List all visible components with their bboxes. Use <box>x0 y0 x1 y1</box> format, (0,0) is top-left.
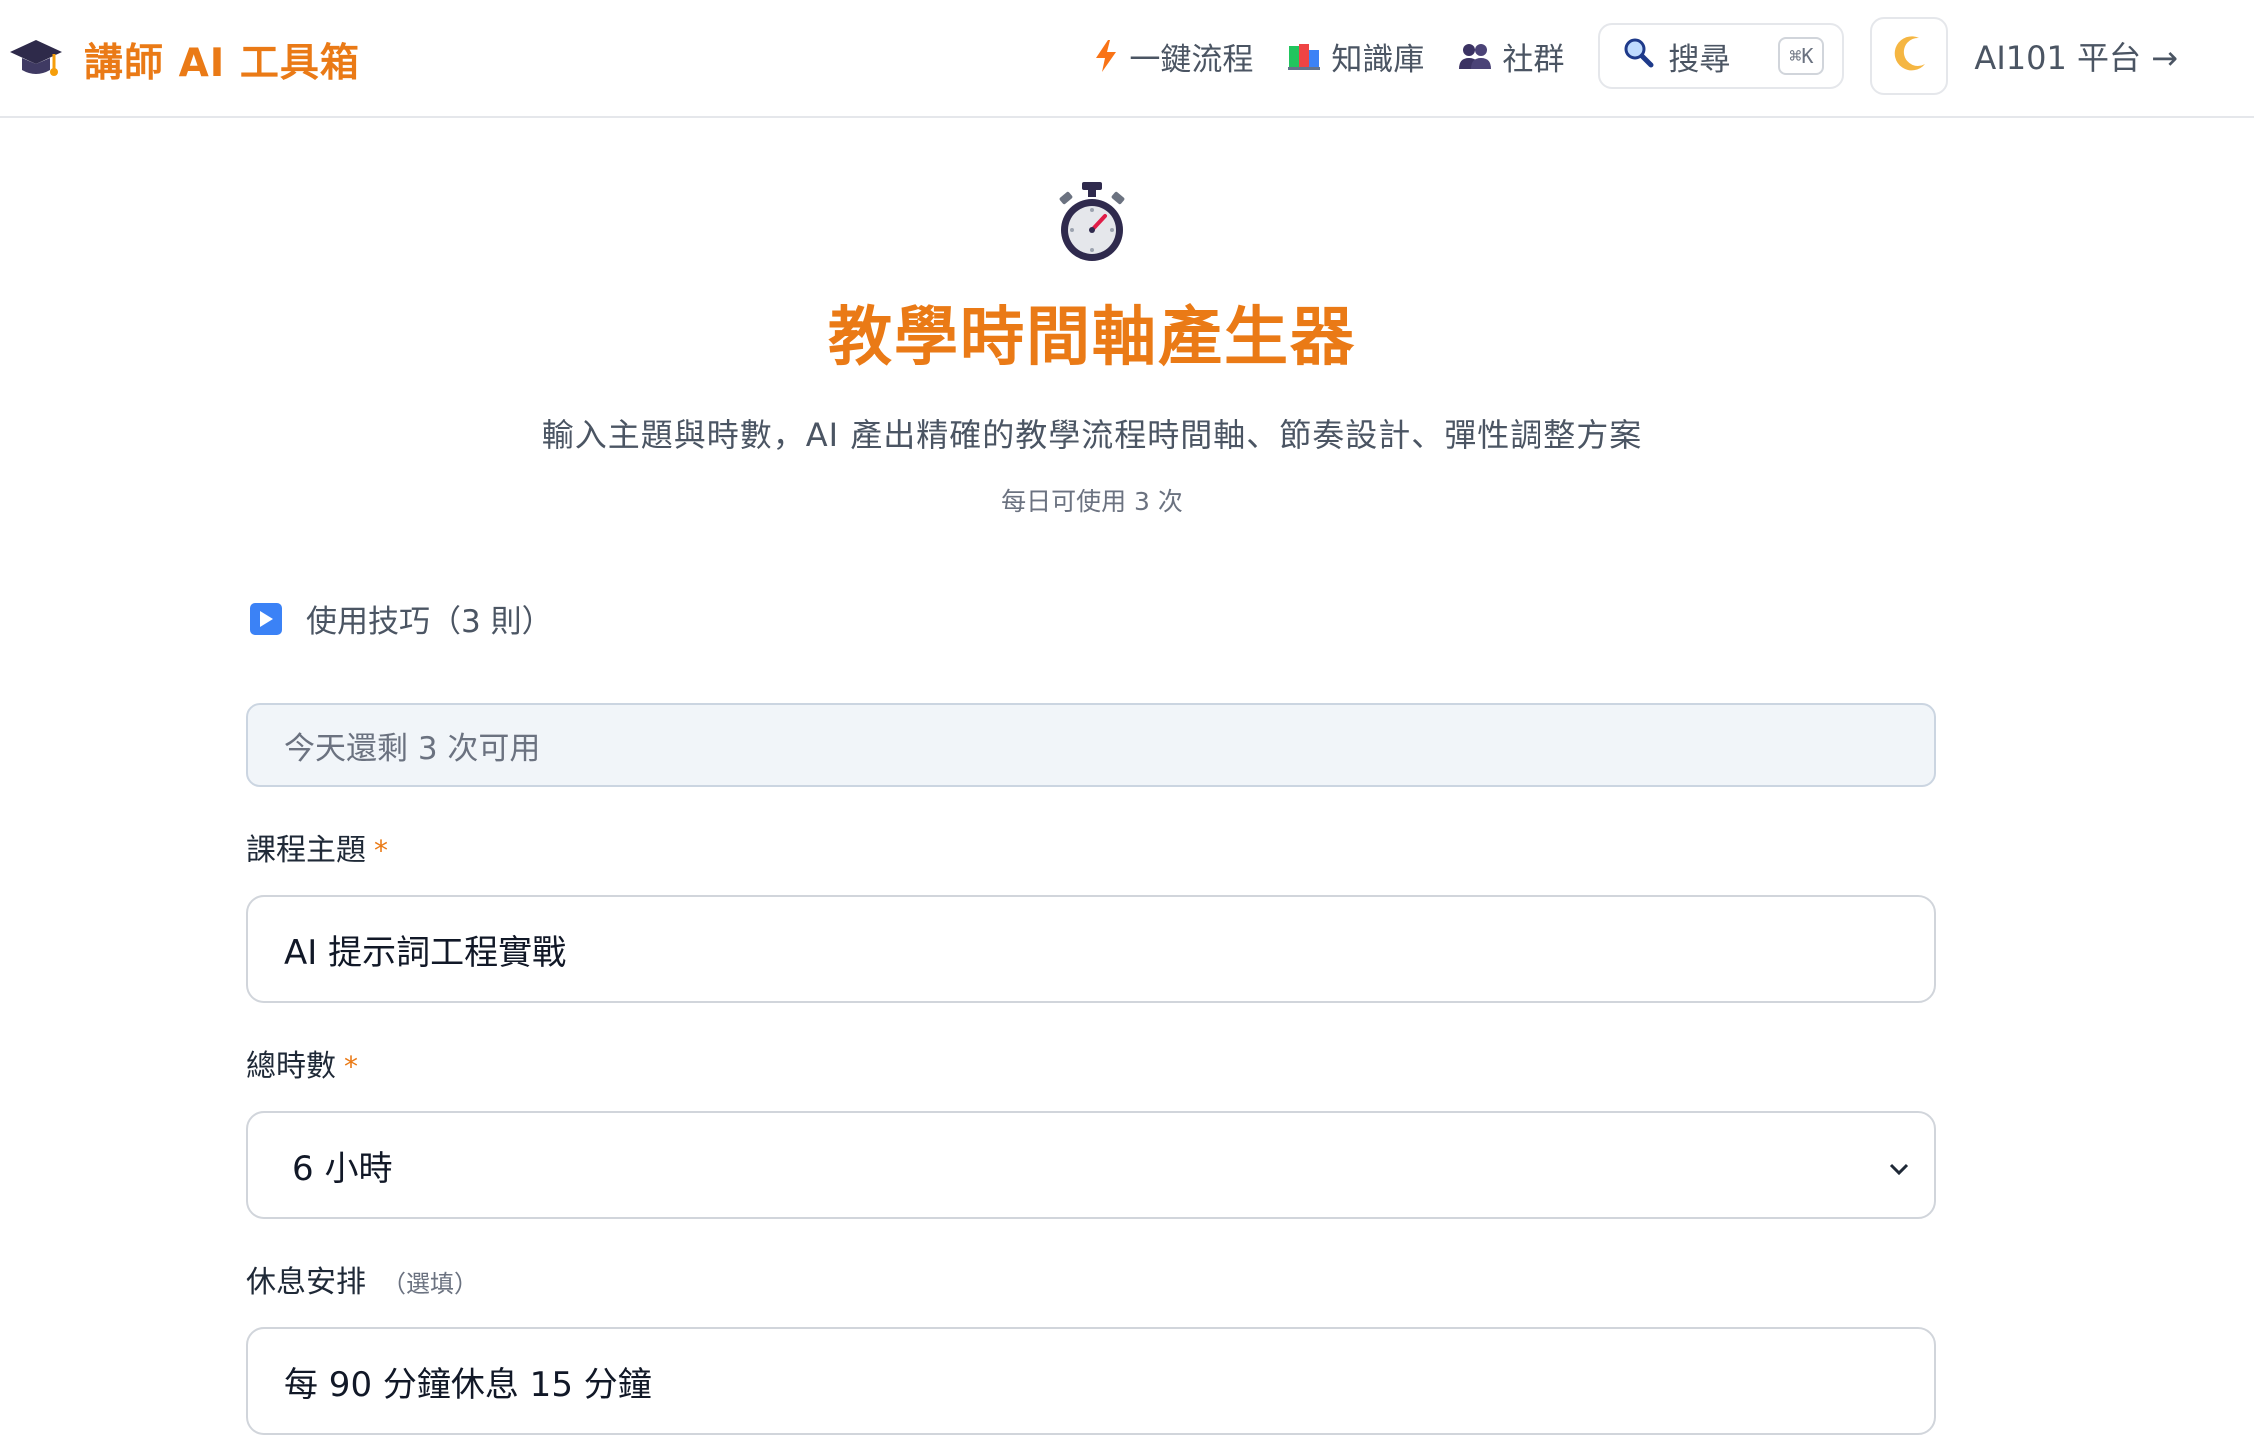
search-label: 搜尋 <box>1668 41 1731 78</box>
nav-knowledge-link[interactable]: 知識庫 <box>1287 34 1424 79</box>
page-title: 教學時間軸產生器 <box>828 301 1356 375</box>
nav-workflow-label: 一鍵流程 <box>1129 41 1254 78</box>
books-icon <box>1287 40 1321 72</box>
breaks-label: 休息安排 （選填） <box>246 1265 478 1300</box>
top-navbar: 講師 AI 工具箱 一鍵流程 知識庫 社群 搜尋 ⌘K AI101 平台 → <box>0 0 2254 118</box>
required-mark: * <box>374 834 388 867</box>
lightning-icon <box>1093 39 1119 73</box>
people-icon <box>1458 41 1492 71</box>
generator-form: 使用技巧（3 則） 今天還剩 3 次可用 課程主題 * AI 提示詞工程實戰 總… <box>246 596 1936 1435</box>
play-button-icon <box>250 602 282 635</box>
crescent-moon-icon <box>1889 34 1929 78</box>
nav-knowledge-label: 知識庫 <box>1331 41 1425 78</box>
search-shortcut-badge: ⌘K <box>1778 37 1825 75</box>
nav-workflow-link[interactable]: 一鍵流程 <box>1093 34 1253 79</box>
brand-link[interactable]: 講師 AI 工具箱 <box>8 30 360 90</box>
hero-section: 教學時間軸產生器 輸入主題與時數，AI 產出精確的教學流程時間軸、節奏設計、彈性… <box>0 180 2184 518</box>
nav-community-label: 社群 <box>1502 41 1565 78</box>
nav-menu: 一鍵流程 知識庫 社群 搜尋 ⌘K AI101 平台 → <box>1093 16 2178 96</box>
page-subtitle: 輸入主題與時數，AI 產出精確的教學流程時間軸、節奏設計、彈性調整方案 <box>541 416 1643 454</box>
optional-note: （選填） <box>382 1270 478 1298</box>
nav-community-link[interactable]: 社群 <box>1458 34 1564 79</box>
quota-text: 今天還剩 3 次可用 <box>284 730 541 767</box>
tips-label: 使用技巧（3 則） <box>306 604 553 640</box>
magnifier-icon <box>1622 36 1654 76</box>
breaks-input-value: 每 90 分鐘休息 15 分鐘 <box>284 1364 652 1405</box>
topic-input[interactable]: AI 提示詞工程實戰 <box>246 895 1936 1003</box>
breaks-input[interactable]: 每 90 分鐘休息 15 分鐘 <box>246 1327 1936 1435</box>
tips-toggle[interactable]: 使用技巧（3 則） <box>246 596 1936 641</box>
hours-label: 總時數 * <box>246 1049 358 1084</box>
hours-select-value: 6 小時 <box>292 1148 393 1189</box>
usage-limit-note: 每日可使用 3 次 <box>1001 487 1183 516</box>
chevron-down-icon <box>1888 1145 1910 1185</box>
brand-name: 講師 AI 工具箱 <box>84 41 360 86</box>
graduation-cap-icon <box>8 30 64 90</box>
topic-input-value: AI 提示詞工程實戰 <box>284 932 567 973</box>
stopwatch-icon <box>1056 180 1128 268</box>
quota-status-bar: 今天還剩 3 次可用 <box>246 703 1936 787</box>
platform-link[interactable]: AI101 平台 → <box>1974 33 2178 79</box>
hours-select[interactable]: 6 小時 <box>246 1111 1936 1219</box>
search-button[interactable]: 搜尋 ⌘K <box>1598 23 1845 89</box>
required-mark: * <box>344 1050 358 1083</box>
theme-toggle-button[interactable] <box>1870 17 1949 95</box>
topic-label: 課程主題 * <box>246 833 388 868</box>
